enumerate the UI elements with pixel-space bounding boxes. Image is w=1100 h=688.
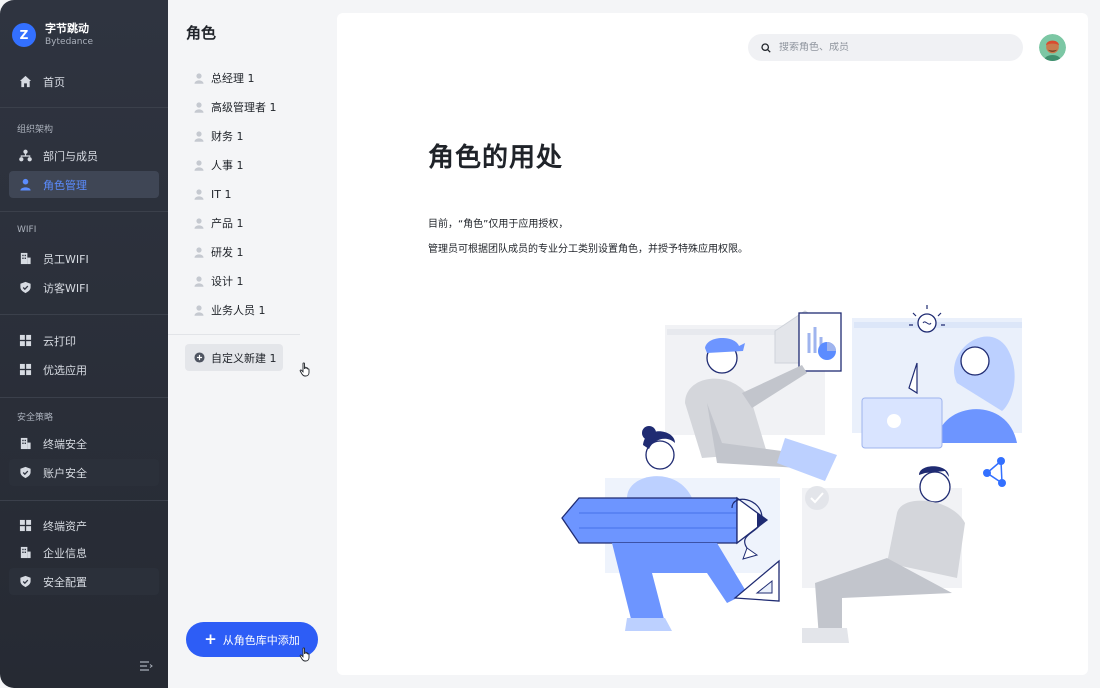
grid-icon <box>18 334 32 348</box>
sidebar-item-label: 员工WIFI <box>43 252 89 266</box>
plus-circle-icon <box>194 352 205 363</box>
divider <box>168 334 300 335</box>
org-avatar: Z <box>12 23 36 47</box>
sidebar-item-apps[interactable]: 优选应用 <box>9 356 159 383</box>
page-heading: 角色的用处 <box>428 143 564 173</box>
hand-cursor-icon <box>299 362 310 377</box>
grid-icon <box>18 519 32 533</box>
sidebar-item-label: 优选应用 <box>43 363 87 377</box>
role-item-label: IT 1 <box>211 187 232 201</box>
role-item-label: 产品 1 <box>211 217 244 230</box>
add-from-library-label: 从角色库中添加 <box>222 633 300 647</box>
main-content: 角色的用处 目前，“角色”仅用于应用授权， 管理员可根据团队成员的专业分工类别设… <box>337 13 1088 675</box>
sidebar-item-device-security[interactable]: 终端安全 <box>9 430 159 457</box>
sidebar-item-label: 安全配置 <box>43 575 87 589</box>
role-item[interactable]: 研发 1 <box>194 242 244 262</box>
custom-role-label: 自定义新建 1 <box>211 351 277 365</box>
collapse-sidebar-icon[interactable] <box>139 660 153 672</box>
group-label-org: 组织架构 <box>17 125 54 135</box>
role-item-label: 财务 1 <box>211 130 244 143</box>
custom-role-button[interactable]: 自定义新建 1 <box>185 344 283 371</box>
user-icon <box>194 188 204 200</box>
search-icon <box>761 42 771 53</box>
sidebar-item-label: 首页 <box>43 75 65 89</box>
user-icon <box>194 246 204 258</box>
sidebar-item-account-security[interactable]: 账户安全 <box>9 459 159 486</box>
building-icon <box>18 437 32 451</box>
sidebar-item-device-assets[interactable]: 终端资产 <box>9 512 159 539</box>
sidebar-item-security-config[interactable]: 安全配置 <box>9 568 159 595</box>
org-subtitle: Bytedance <box>45 37 93 47</box>
role-panel: 角色 总经理 1 高级管理者 1 财务 1 人事 1 IT 1 产品 1 研发 1 设计 1 业… <box>168 0 336 688</box>
sidebar-item-cloud-print[interactable]: 云打印 <box>9 327 159 354</box>
role-item[interactable]: 设计 1 <box>194 271 244 291</box>
role-item[interactable]: 高级管理者 1 <box>194 97 277 117</box>
user-icon <box>18 178 32 192</box>
group-label-security: 安全策略 <box>17 413 54 423</box>
sidebar-item-home[interactable]: 首页 <box>9 68 159 95</box>
role-item-label: 设计 1 <box>211 275 244 288</box>
sidebar-item-staff-wifi[interactable]: 员工WIFI <box>9 245 159 272</box>
team-illustration <box>561 305 1022 643</box>
sidebar-item-departments[interactable]: 部门与成员 <box>9 142 159 169</box>
sidebar-item-guest-wifi[interactable]: 访客WIFI <box>9 274 159 301</box>
shield-check-icon <box>18 575 32 589</box>
search-box[interactable] <box>748 34 1023 61</box>
user-icon <box>194 217 204 229</box>
sidebar-item-label: 部门与成员 <box>43 149 98 163</box>
role-item-label: 总经理 1 <box>211 72 255 85</box>
sidebar-item-roles[interactable]: 角色管理 <box>9 171 159 198</box>
role-item-label: 人事 1 <box>211 159 244 172</box>
building-icon <box>18 252 32 266</box>
divider <box>0 397 168 398</box>
sidebar-item-label: 云打印 <box>43 334 76 348</box>
description-line: 管理员可根据团队成员的专业分工类别设置角色，并授予特殊应用权限。 <box>428 244 748 255</box>
sidebar-item-label: 角色管理 <box>43 178 87 192</box>
role-item[interactable]: 业务人员 1 <box>194 300 266 320</box>
role-item-label: 研发 1 <box>211 246 244 259</box>
divider <box>0 211 168 212</box>
role-item-label: 高级管理者 1 <box>211 101 277 114</box>
plus-icon: + <box>204 630 217 648</box>
role-item-label: 业务人员 1 <box>211 304 266 317</box>
user-icon <box>194 101 204 113</box>
sidebar-item-label: 企业信息 <box>43 546 87 560</box>
user-icon <box>194 159 204 171</box>
divider <box>0 107 168 108</box>
shield-check-icon <box>18 466 32 480</box>
sidebar-item-label: 终端资产 <box>43 519 87 533</box>
building-icon <box>18 546 32 560</box>
sidebar-item-company-info[interactable]: 企业信息 <box>9 539 159 566</box>
role-item[interactable]: 财务 1 <box>194 126 244 146</box>
sidebar-item-label: 访客WIFI <box>43 281 89 295</box>
grid-icon <box>18 363 32 377</box>
role-item[interactable]: 总经理 1 <box>194 68 255 88</box>
app-window: Z 字节跳动 Bytedance 首页 组织架构 部门与成员 角色管理 WIFI… <box>0 0 1100 688</box>
group-label-wifi: WIFI <box>17 225 37 235</box>
role-item[interactable]: 产品 1 <box>194 213 244 233</box>
role-item[interactable]: IT 1 <box>194 184 231 204</box>
description-line: 目前，“角色”仅用于应用授权， <box>428 219 569 230</box>
sidebar-item-label: 账户安全 <box>43 466 87 480</box>
role-item[interactable]: 人事 1 <box>194 155 244 175</box>
home-icon <box>18 75 32 89</box>
divider <box>0 314 168 315</box>
divider <box>0 500 168 501</box>
org-tree-icon <box>18 149 32 163</box>
sidebar: Z 字节跳动 Bytedance 首页 组织架构 部门与成员 角色管理 WIFI… <box>0 0 168 688</box>
user-icon <box>194 275 204 287</box>
hand-cursor-icon <box>299 647 310 662</box>
user-icon <box>194 304 204 316</box>
org-name: 字节跳动 <box>45 22 89 35</box>
user-icon <box>194 72 204 84</box>
search-input[interactable] <box>779 42 1009 53</box>
shield-check-icon <box>18 281 32 295</box>
panel-title: 角色 <box>186 24 217 42</box>
org-switcher[interactable]: Z 字节跳动 Bytedance <box>12 20 93 50</box>
user-icon <box>194 130 204 142</box>
user-avatar[interactable] <box>1039 34 1066 61</box>
sidebar-item-label: 终端安全 <box>43 437 87 451</box>
